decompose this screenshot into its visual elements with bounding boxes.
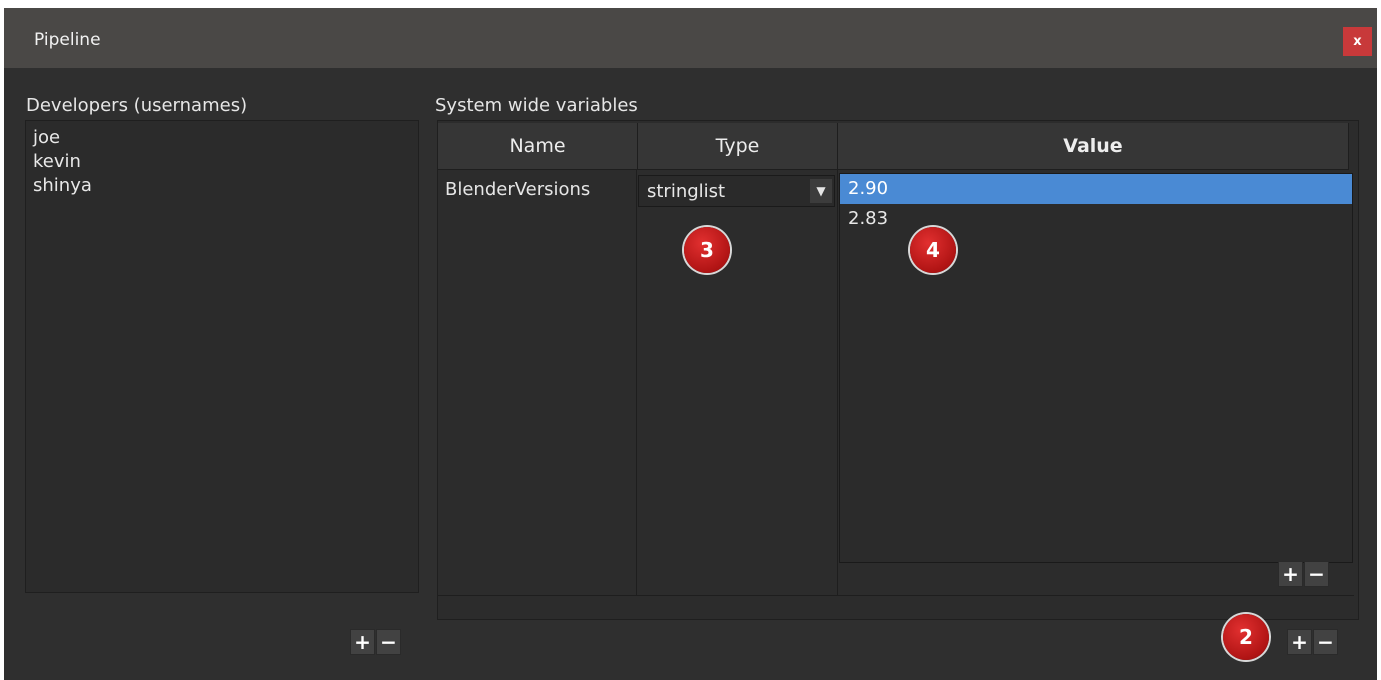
add-variable-button[interactable]: + (1287, 629, 1312, 655)
title-bar: Pipeline x (4, 8, 1377, 68)
annotation-badge-4: 4 (910, 227, 956, 273)
type-dropdown-value: stringlist (647, 181, 726, 202)
list-item[interactable]: 2.90 (840, 174, 1352, 204)
list-item[interactable]: 2.83 (840, 204, 1352, 234)
add-value-button[interactable]: + (1278, 561, 1303, 587)
window-title: Pipeline (34, 30, 101, 50)
remove-value-button[interactable]: − (1304, 561, 1329, 587)
list-item[interactable]: kevin (26, 150, 418, 174)
column-header-value[interactable]: Value (838, 123, 1349, 170)
column-header-name[interactable]: Name (438, 123, 638, 170)
column-divider (837, 170, 838, 595)
list-item[interactable]: joe (26, 126, 418, 150)
list-item[interactable]: shinya (26, 174, 418, 198)
remove-developer-button[interactable]: − (376, 629, 401, 655)
pipeline-dialog: Pipeline x Developers (usernames) joe ke… (4, 8, 1377, 680)
type-dropdown[interactable]: stringlist ▼ (638, 175, 835, 207)
add-developer-button[interactable]: + (350, 629, 375, 655)
developers-list[interactable]: joe kevin shinya (25, 120, 419, 593)
table-bottom-line (438, 595, 1354, 596)
developers-label: Developers (usernames) (26, 95, 248, 116)
chevron-down-icon[interactable]: ▼ (810, 179, 832, 203)
variable-name-cell[interactable]: BlenderVersions (445, 179, 590, 200)
close-button[interactable]: x (1343, 27, 1372, 56)
value-list[interactable]: 2.90 2.83 (839, 173, 1353, 563)
column-divider (636, 170, 637, 595)
variables-label: System wide variables (435, 95, 638, 116)
annotation-badge-2: 2 (1223, 614, 1269, 660)
column-header-type[interactable]: Type (638, 123, 838, 170)
annotation-badge-3: 3 (684, 227, 730, 273)
remove-variable-button[interactable]: − (1313, 629, 1338, 655)
